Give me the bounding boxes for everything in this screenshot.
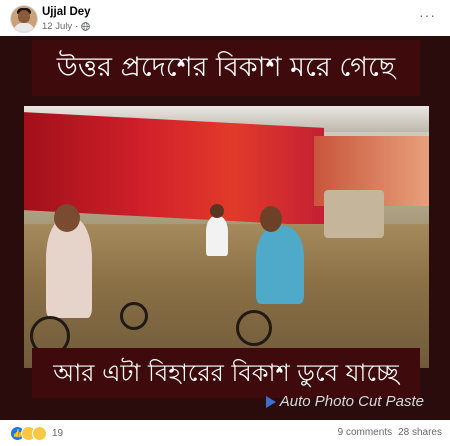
reactions[interactable]: 👍 19 <box>10 426 63 441</box>
wow-icon <box>32 426 47 441</box>
post-meta: 12 July · <box>42 21 91 32</box>
watermark-text: Auto Photo Cut Paste <box>279 393 424 410</box>
caption-bottom: আর এটা বিহারের বিকাশ ডুবে যাচ্ছে <box>32 348 420 398</box>
avatar[interactable] <box>10 5 38 33</box>
globe-icon <box>81 22 91 31</box>
engagement-counts: 9 comments 28 shares <box>338 427 442 438</box>
flood-photo <box>24 106 429 368</box>
author-name[interactable]: Ujjal Dey <box>42 6 91 18</box>
post-header: Ujjal Dey 12 July · ··· <box>0 0 450 36</box>
meta-separator: · <box>75 21 79 32</box>
post-date[interactable]: 12 July <box>42 21 72 32</box>
post-image[interactable]: উত্তর প্রদেশের বিকাশ মরে গেছে আর এটা বিহ… <box>0 36 450 420</box>
play-icon <box>265 395 276 408</box>
more-options-icon[interactable]: ··· <box>419 8 436 22</box>
reaction-count[interactable]: 19 <box>52 428 63 439</box>
shares-count[interactable]: 28 shares <box>398 427 442 438</box>
caption-top: উত্তর প্রদেশের বিকাশ মরে গেছে <box>32 40 420 96</box>
watermark: Auto Photo Cut Paste <box>265 393 424 410</box>
comments-count[interactable]: 9 comments <box>338 427 392 438</box>
post-footer: 👍 19 9 comments 28 shares <box>0 420 450 446</box>
